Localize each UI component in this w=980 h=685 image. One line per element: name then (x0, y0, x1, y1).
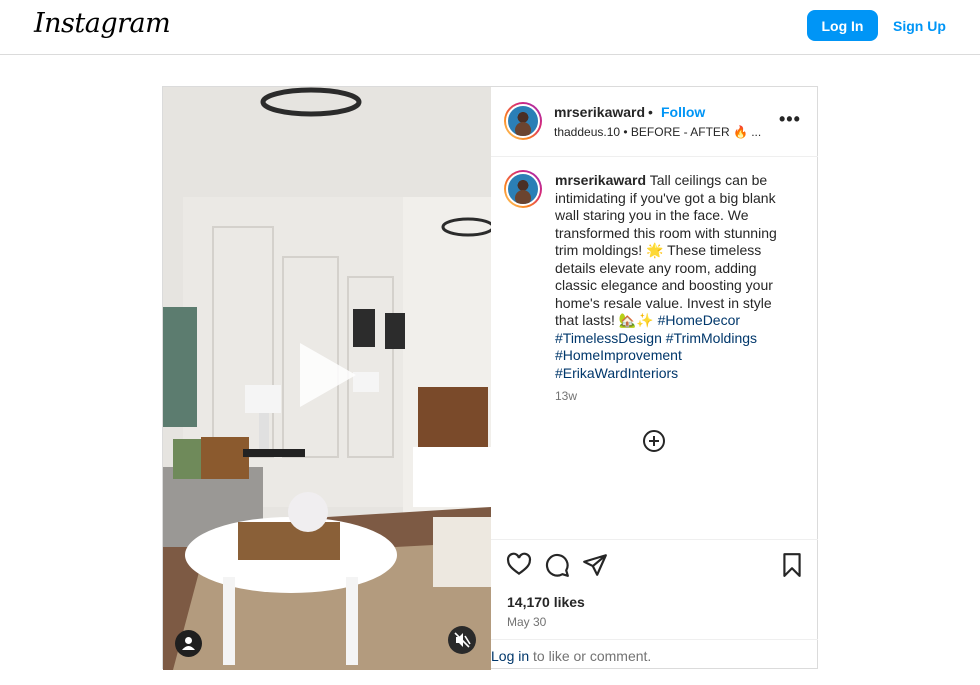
bookmark-icon[interactable] (779, 552, 805, 578)
username-link[interactable]: mrserikaward (554, 104, 645, 120)
hashtag[interactable]: #ErikaWardInteriors (555, 365, 678, 381)
avatar[interactable] (504, 102, 542, 140)
plus-circle-icon[interactable] (642, 429, 666, 453)
login-link[interactable]: Log in (491, 648, 529, 664)
post-side-panel: mrserikaward • Follow thaddeus.10 • BEFO… (491, 87, 818, 668)
top-nav: Instagram Log In Sign Up (0, 0, 980, 55)
audio-subline[interactable]: thaddeus.10 • BEFORE - AFTER 🔥 ... (554, 125, 761, 139)
post-video[interactable] (163, 87, 491, 670)
post-actions: 14,170 likes May 30 (491, 539, 818, 639)
share-icon[interactable] (582, 552, 608, 578)
caption-body: Tall ceilings can be intimidating if you… (555, 172, 777, 328)
avatar[interactable] (504, 170, 542, 208)
user-icon[interactable] (175, 630, 202, 657)
login-button[interactable]: Log In (807, 10, 878, 41)
hashtag[interactable]: #HomeImprovement (555, 347, 682, 363)
like-count[interactable]: 14,170 likes (507, 594, 585, 610)
follow-button[interactable]: Follow (661, 104, 705, 120)
play-icon[interactable] (300, 343, 356, 407)
post-header: mrserikaward • Follow thaddeus.10 • BEFO… (491, 87, 818, 157)
post-date[interactable]: May 30 (507, 615, 546, 629)
caption-section: mrserikaward Tall ceilings can be intimi… (491, 157, 818, 537)
hashtag[interactable]: #TrimMoldings (666, 330, 757, 346)
signup-link[interactable]: Sign Up (893, 10, 946, 41)
hashtag[interactable]: #HomeDecor (658, 312, 740, 328)
separator-dot: • (648, 104, 653, 120)
muted-speaker-icon[interactable] (448, 626, 476, 654)
post-card: mrserikaward • Follow thaddeus.10 • BEFO… (162, 86, 818, 670)
caption-username[interactable]: mrserikaward (555, 172, 646, 188)
login-prompt-text: to like or comment. (529, 648, 652, 664)
comment-icon[interactable] (544, 552, 570, 578)
caption-text: mrserikaward Tall ceilings can be intimi… (555, 172, 795, 382)
hashtag[interactable]: #TimelessDesign (555, 330, 662, 346)
more-options-icon[interactable]: ••• (779, 109, 801, 130)
post-age[interactable]: 13w (555, 389, 577, 403)
heart-icon[interactable] (506, 552, 532, 578)
instagram-logo[interactable]: Instagram (34, 8, 171, 39)
login-to-comment: Log in to like or comment. (491, 639, 818, 669)
